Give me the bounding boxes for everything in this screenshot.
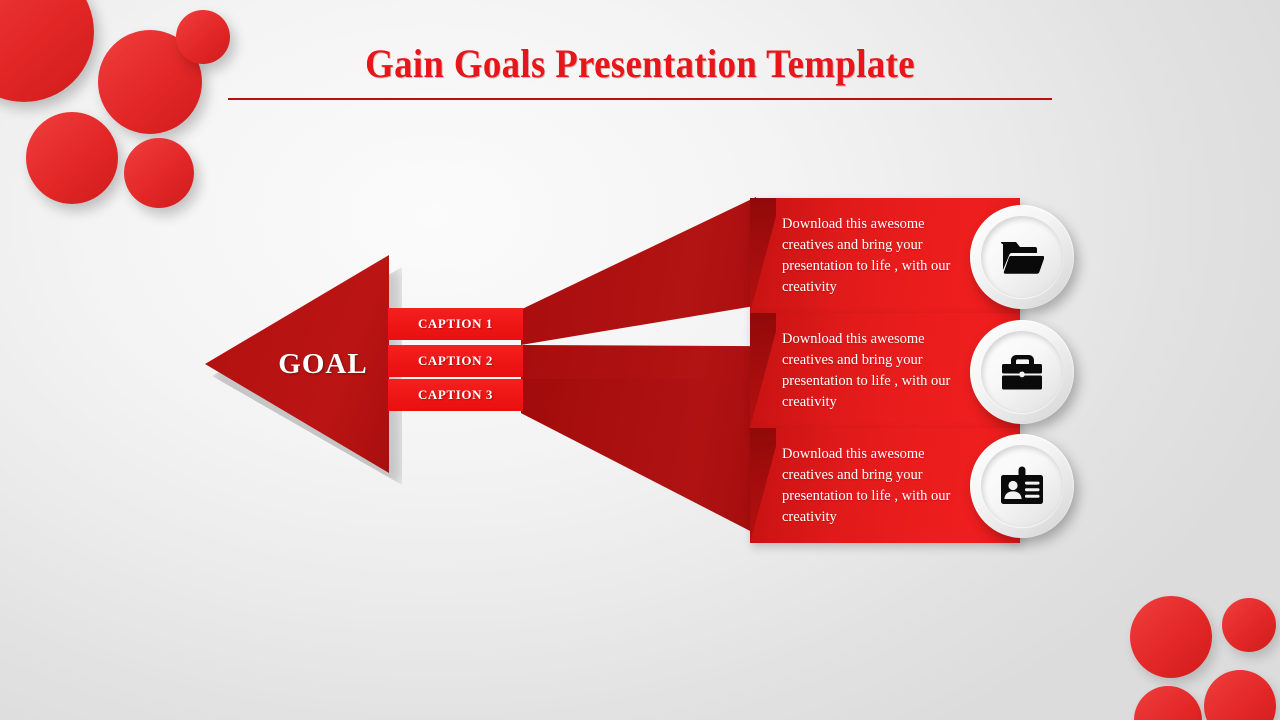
open-folder-icon [1000,239,1044,275]
decorative-circle [1204,670,1276,720]
decorative-circle [176,10,230,64]
decorative-circle [0,0,94,102]
connector-wedge-1 [521,197,756,345]
icon-badge-inner [981,216,1063,298]
icon-badge-1[interactable] [970,205,1074,309]
goal-arrow-label: GOAL [278,347,368,380]
connector-wedge-3 [521,379,756,534]
icon-badge-3[interactable] [970,434,1074,538]
decorative-circle [124,138,194,208]
page-title: Gain Goals Presentation Template [365,41,915,86]
panel-text-2: Download this awesome creatives and brin… [782,330,951,410]
caption-bar-2[interactable]: CAPTION 2 [388,345,523,377]
icon-badge-inner [981,445,1063,527]
decorative-circle [1222,598,1276,652]
decorative-circle [1134,686,1202,720]
icon-badge-2[interactable] [970,320,1074,424]
decorative-circle [26,112,118,204]
panel-text-3: Download this awesome creatives and brin… [782,445,951,525]
caption-bar-3[interactable]: CAPTION 3 [388,379,523,411]
briefcase-icon [1000,352,1044,392]
id-badge-icon [999,466,1045,506]
connector-wedge-2 [521,345,756,383]
icon-badge-inner [981,331,1063,413]
title-block: Gain Goals Presentation Template [228,40,1052,100]
presentation-slide: Gain Goals Presentation Template GOAL CA… [0,0,1280,720]
decorative-circle [1130,596,1212,678]
title-underline-rule [228,98,1052,100]
caption-bar-1[interactable]: CAPTION 1 [388,308,523,340]
panel-text-1: Download this awesome creatives and brin… [782,215,951,295]
